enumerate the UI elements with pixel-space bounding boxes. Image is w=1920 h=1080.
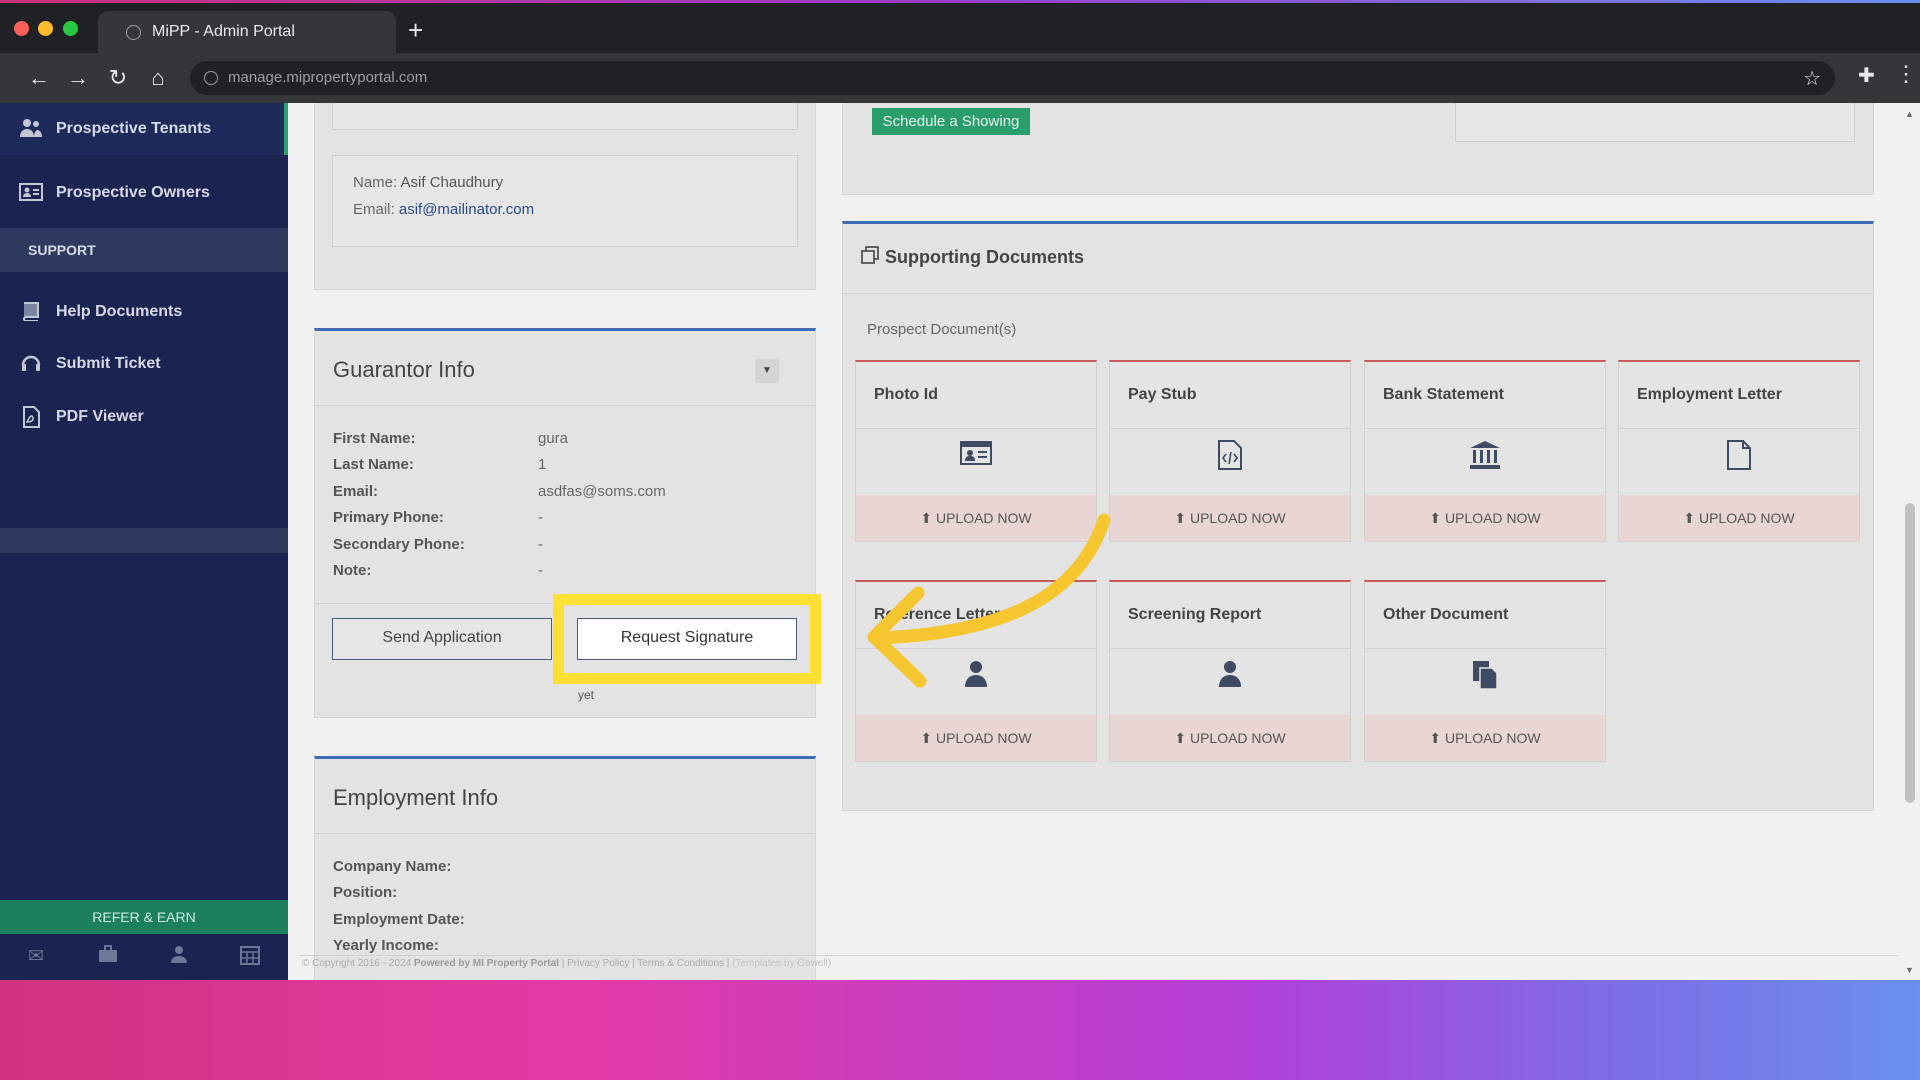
minimize-window-button[interactable] [38,21,53,36]
maximize-window-button[interactable] [63,21,78,36]
new-tab-button[interactable]: + [408,17,423,43]
browser-tab[interactable]: MiPP - Admin Portal [98,11,396,53]
tab-title: MiPP - Admin Portal [152,23,295,40]
copyright-text: © Copyright 2016 - 2024 [302,958,412,969]
home-icon[interactable]: ⌂ [143,63,173,93]
browser-toolbar: ← → ↻ ⌂ manage.mipropertyportal.com ☆ ✚ … [0,53,1920,103]
footer-links[interactable]: | Privacy Policy | Terms & Conditions | [562,958,730,969]
reload-icon[interactable]: ↻ [103,63,133,93]
site-info-icon[interactable] [204,71,218,85]
back-arrow-icon[interactable]: ← [24,63,54,93]
url-text: manage.mipropertyportal.com [228,69,428,86]
globe-icon [126,25,141,40]
bookmark-star-icon[interactable]: ☆ [1803,66,1821,91]
annotation-arrow [867,513,1111,688]
scroll-down-arrow-icon[interactable]: ▼ [1905,965,1914,975]
page-scrollbar[interactable]: ▲ ▼ [1900,103,1920,980]
scroll-up-arrow-icon[interactable]: ▲ [1905,109,1914,119]
powered-by-link[interactable]: Powered by MI Property Portal [414,958,559,969]
browser-window: MiPP - Admin Portal + ← → ↻ ⌂ manage.mip… [0,3,1920,980]
scrollbar-thumb[interactable] [1905,503,1915,803]
extensions-icon[interactable]: ✚ [1858,63,1875,88]
footer-divider [300,955,1898,956]
tab-bar: MiPP - Admin Portal + [0,3,1920,53]
templates-credit: (Templates by Gowell) [732,958,832,969]
address-bar[interactable]: manage.mipropertyportal.com ☆ [190,61,1835,95]
footer: © Copyright 2016 - 2024 Powered by MI Pr… [302,958,1892,978]
forward-arrow-icon[interactable]: → [63,63,93,93]
close-window-button[interactable] [14,21,29,36]
browser-menu-icon[interactable]: ⋮ [1895,61,1917,87]
page-viewport: Prospective Tenants Prospective Owners S… [0,103,1920,980]
